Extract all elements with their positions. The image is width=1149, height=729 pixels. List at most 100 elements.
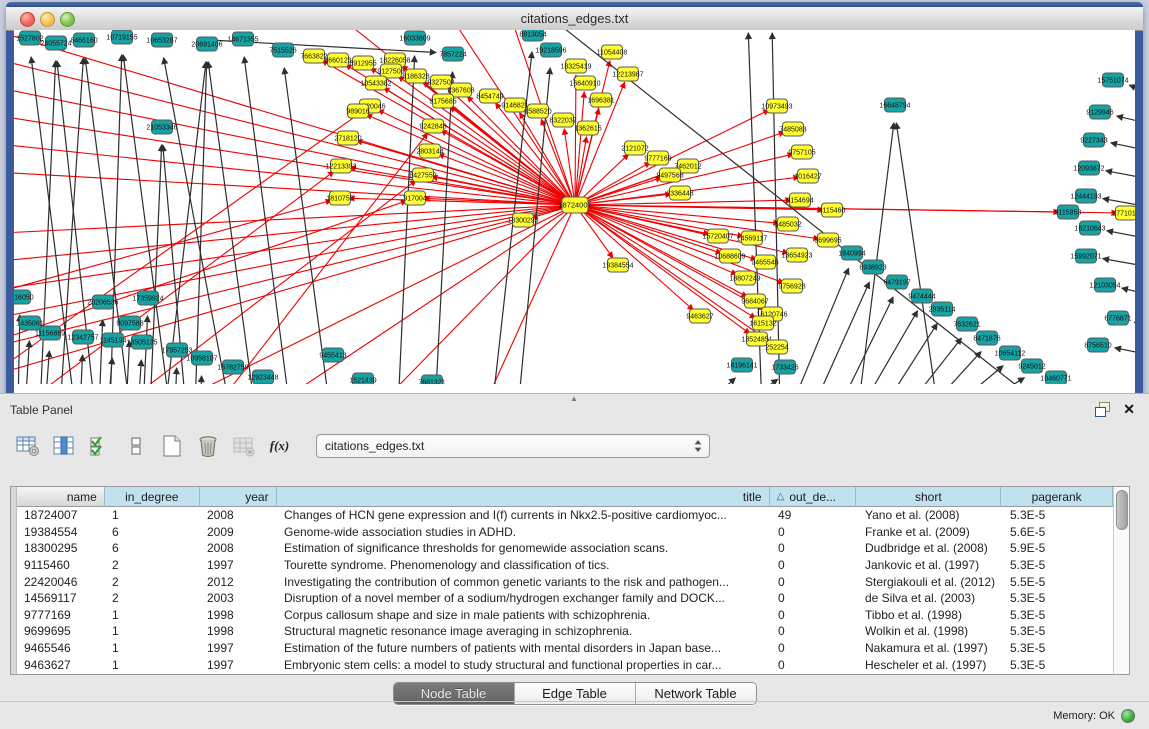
graph-node[interactable]: 7515526	[269, 43, 296, 57]
graph-node[interactable]: 8466160	[70, 33, 97, 47]
column-header-year[interactable]: year	[200, 487, 277, 507]
network-graph[interactable]: 1872400715278022405572484661601071915510…	[14, 30, 1135, 384]
graph-node[interactable]: 9497568	[656, 168, 683, 182]
graph-node[interactable]: 15720407	[702, 229, 733, 243]
graph-node[interactable]: 15751074	[1097, 73, 1128, 87]
graph-node[interactable]: 18724007	[558, 197, 591, 213]
graph-node[interactable]: 8471876	[973, 331, 1000, 345]
graph-node[interactable]: 9175685	[429, 94, 456, 108]
graph-node[interactable]: 14671355	[227, 32, 258, 46]
graph-node[interactable]: 10654112	[995, 346, 1026, 360]
column-header-name[interactable]: name	[17, 487, 105, 507]
graph-node[interactable]: 14569117	[737, 231, 768, 245]
table-row[interactable]: 946362711997Embryonic stem cells: a mode…	[17, 656, 1113, 673]
table-row[interactable]: 969969511998Structural magnetic resonanc…	[17, 623, 1113, 640]
graph-node[interactable]: 1362615	[574, 121, 601, 135]
table-row[interactable]: 1456911722003Disruption of a novel membe…	[17, 590, 1113, 607]
table-row[interactable]: 1938455462009Genome-wide association stu…	[17, 524, 1113, 541]
row-check-icon[interactable]	[86, 434, 113, 459]
table-row[interactable]: 977716911998Corpus callosum shape and si…	[17, 607, 1113, 624]
graph-node[interactable]: 1485032	[774, 217, 801, 231]
column-header-pagerank[interactable]: pagerank	[1001, 487, 1113, 507]
graph-node[interactable]: 12342757	[67, 330, 98, 344]
graph-node[interactable]: 24055724	[40, 36, 71, 50]
graph-node[interactable]: 8322037	[549, 113, 576, 127]
graph-node[interactable]: 1696381	[587, 93, 614, 107]
table-row[interactable]: 1830029562008Estimation of significance …	[17, 540, 1113, 557]
graph-node[interactable]: 16648794	[879, 98, 910, 112]
graph-node[interactable]: 9474444	[908, 289, 935, 303]
graph-node[interactable]: 9245012	[1018, 359, 1045, 373]
graph-node[interactable]: 2121072	[621, 141, 648, 155]
graph-node[interactable]: 1840994	[838, 246, 865, 260]
column-header-out_de[interactable]: △out_de...	[770, 487, 857, 507]
graph-node[interactable]: 16782759	[217, 360, 248, 374]
column-header-title[interactable]: title	[277, 487, 770, 507]
graph-node[interactable]: 16640910	[569, 76, 600, 90]
table-row[interactable]: 1872400712008Changes of HCN gene express…	[17, 507, 1113, 524]
graph-node[interactable]: 1145194	[100, 333, 127, 347]
table-row[interactable]: 911546021997Tourette syndrome. Phenomeno…	[17, 557, 1113, 574]
graph-node[interactable]: 18325419	[560, 59, 591, 73]
graph-node[interactable]: 7681321	[418, 375, 445, 384]
graph-node[interactable]: 6479197	[883, 275, 910, 289]
graph-node[interactable]: 12093872	[1073, 161, 1104, 175]
splitpane-handle[interactable]: ▲	[568, 395, 580, 402]
graph-node[interactable]: 9777169	[644, 151, 671, 165]
graph-node[interactable]: 9699695	[814, 233, 841, 247]
table-row[interactable]: 946554611997Estimation of the future num…	[17, 640, 1113, 657]
graph-node[interactable]: 9684067	[741, 294, 768, 308]
graph-node[interactable]: 6776871	[1104, 311, 1131, 325]
graph-node[interactable]: 989016	[346, 104, 369, 118]
union-icon[interactable]	[122, 434, 149, 459]
window-titlebar[interactable]: citations_edges.txt	[6, 7, 1143, 31]
new-table-icon[interactable]	[158, 434, 185, 459]
graph-node[interactable]: 9455413	[319, 348, 346, 362]
graph-node[interactable]: 7632621	[953, 317, 980, 331]
table-row[interactable]: 2242004622012Investigating the contribut…	[17, 573, 1113, 590]
graph-node[interactable]: 12444193	[1070, 189, 1101, 203]
graph-node[interactable]: 1771018	[1112, 206, 1135, 220]
graph-node[interactable]: 9115460	[819, 203, 846, 217]
graph-node[interactable]: 7857224	[439, 47, 466, 61]
graph-node[interactable]: 9227343	[1080, 133, 1107, 147]
graph-node[interactable]: 14196141	[726, 358, 757, 372]
graph-node[interactable]: 2718120	[334, 131, 361, 145]
network-canvas[interactable]: 1872400715278022405572484661601071915510…	[14, 30, 1135, 384]
graph-node[interactable]: 9242848	[419, 119, 446, 133]
graph-node[interactable]: 12213987	[612, 67, 643, 81]
graph-node[interactable]: 252254	[765, 340, 788, 354]
graph-node[interactable]: 10719155	[106, 30, 137, 44]
graph-node[interactable]: 1521439	[349, 373, 376, 384]
graph-node[interactable]: 9463627	[686, 309, 713, 323]
delete-table-icon[interactable]	[230, 434, 257, 459]
graph-node[interactable]: 1588520	[524, 104, 551, 118]
scrollbar-thumb[interactable]	[1116, 490, 1128, 530]
column-header-in_degree[interactable]: in_degree	[105, 487, 200, 507]
table-settings-icon[interactable]	[14, 434, 41, 459]
graph-node[interactable]: 917004	[403, 191, 426, 205]
graph-node[interactable]: 1615132	[749, 316, 776, 330]
column-select-icon[interactable]	[50, 434, 77, 459]
graph-node[interactable]: 10688609	[714, 249, 745, 263]
graph-node[interactable]: 8912955	[349, 56, 376, 70]
graph-node[interactable]: 9154694	[786, 193, 813, 207]
graph-node[interactable]: 1016427	[794, 169, 821, 183]
graph-node[interactable]: 8186328	[402, 69, 429, 83]
float-panel-icon[interactable]	[1095, 402, 1111, 416]
graph-node[interactable]: 2336448	[666, 186, 693, 200]
graph-node[interactable]: 2803144	[416, 144, 443, 158]
graph-node[interactable]: 9097588	[116, 316, 143, 330]
graph-node[interactable]: 9129946	[1086, 105, 1113, 119]
graph-node[interactable]: 8454749	[476, 89, 503, 103]
graph-node[interactable]: 1733426	[771, 360, 798, 374]
graph-node[interactable]: 11054408	[597, 45, 628, 59]
graph-node[interactable]: 8938923	[859, 260, 886, 274]
graph-node[interactable]: 9465546	[751, 255, 778, 269]
column-header-short[interactable]: short	[856, 487, 1001, 507]
graph-node[interactable]: 8813054	[519, 30, 546, 41]
graph-node[interactable]: 15992071	[1070, 249, 1101, 263]
table-scrollbar[interactable]	[1113, 487, 1129, 674]
table-selector-dropdown[interactable]: citations_edges.txt	[316, 434, 710, 458]
graph-node[interactable]: 19218596	[535, 43, 566, 57]
